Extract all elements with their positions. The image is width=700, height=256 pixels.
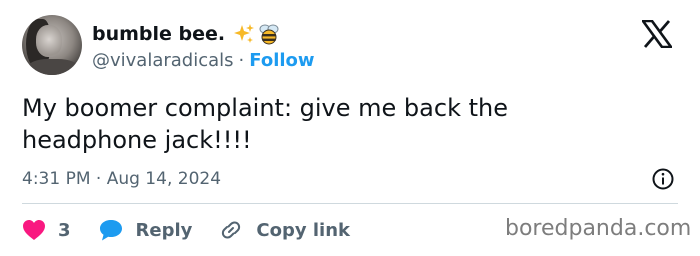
follow-button[interactable]: Follow xyxy=(249,50,314,71)
copy-link-button[interactable]: Copy link xyxy=(218,217,350,243)
sparkles-icon xyxy=(233,23,255,45)
link-icon xyxy=(218,217,244,243)
info-icon[interactable] xyxy=(651,167,675,191)
avatar[interactable] xyxy=(22,15,82,75)
reply-label: Reply xyxy=(135,219,193,241)
x-logo-icon[interactable] xyxy=(640,19,674,49)
author-handle-line: @vivalaradicals · Follow xyxy=(92,48,315,72)
avatar-face xyxy=(36,25,62,57)
handle-separator: · xyxy=(238,49,245,71)
bee-icon xyxy=(259,23,279,45)
author-name-line: bumble bee. xyxy=(92,21,279,47)
author-handle[interactable]: @vivalaradicals xyxy=(92,50,234,71)
reply-button[interactable]: Reply xyxy=(98,218,193,242)
avatar-shirt xyxy=(28,59,78,75)
copy-link-label: Copy link xyxy=(256,219,350,241)
tweet-actions: 3 Reply Copy link xyxy=(22,216,350,244)
like-button[interactable]: 3 xyxy=(22,219,71,241)
watermark: boredpanda.com xyxy=(505,216,692,241)
author-display-name[interactable]: bumble bee. xyxy=(92,23,225,45)
reply-bubble-icon xyxy=(98,218,124,242)
tweet-text: My boomer complaint: give me back the he… xyxy=(22,94,508,154)
heart-icon xyxy=(22,219,46,241)
like-count: 3 xyxy=(58,219,71,241)
divider xyxy=(22,203,678,204)
tweet-timestamp[interactable]: 4:31 PM · Aug 14, 2024 xyxy=(22,167,221,191)
